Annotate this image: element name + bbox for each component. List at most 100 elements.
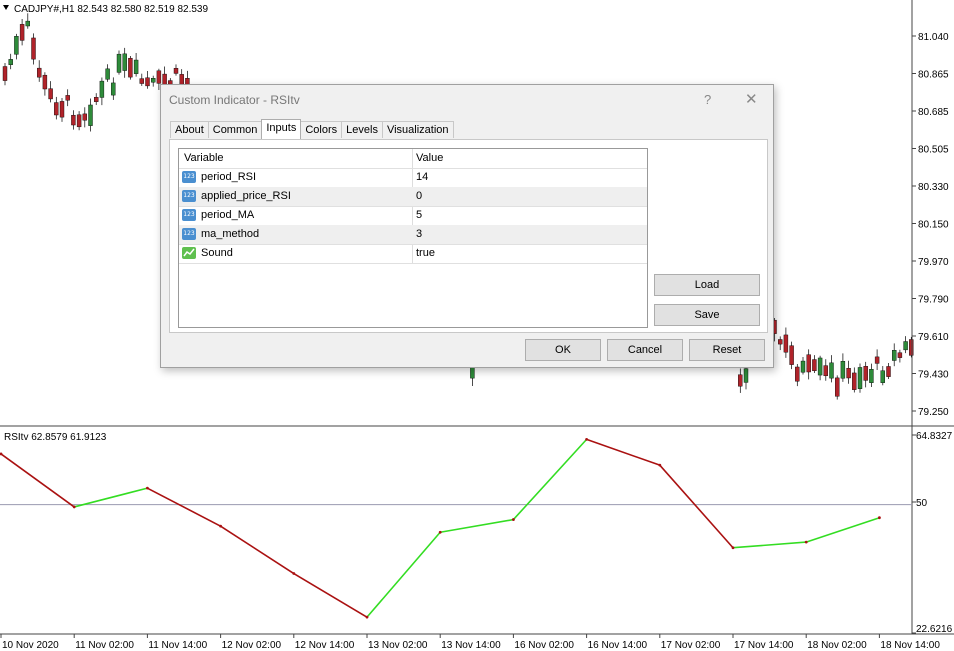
tab-common[interactable]: Common: [207, 121, 263, 138]
variable-name: ma_method: [201, 228, 260, 240]
price-candle: [795, 366, 800, 382]
price-candle: [817, 357, 823, 376]
price-candle: [128, 57, 133, 78]
price-tick-label: 79.250: [918, 407, 949, 418]
price-tick-label: 79.970: [918, 257, 949, 268]
price-tick-label: 81.040: [918, 32, 949, 43]
price-candle: [48, 88, 53, 100]
price-candle: [869, 369, 874, 383]
price-candle: [743, 368, 749, 383]
price-axis-ticks: 81.040 80.865 80.685 80.505 80.330 80.150 79.9…: [912, 32, 949, 418]
price-candle: [65, 95, 70, 101]
tab-colors[interactable]: Colors: [300, 121, 343, 138]
variable-name: Sound: [201, 247, 233, 259]
price-candle: [93, 97, 99, 102]
tab-visualization[interactable]: Visualization: [381, 121, 454, 138]
time-axis-ticks: 10 Nov 2020 11 Nov 02:00 11 Nov 14:00 12 No…: [0, 634, 940, 651]
variable-name: period_RSI: [201, 171, 257, 183]
reset-button[interactable]: Reset: [689, 339, 765, 361]
time-tick-label: 18 Nov 02:00: [807, 640, 867, 651]
time-tick-label: 13 Nov 02:00: [368, 640, 428, 651]
time-tick-label: 17 Nov 02:00: [661, 640, 721, 651]
price-candle: [145, 77, 150, 87]
price-candle: [829, 362, 834, 379]
price-candle: [823, 365, 828, 377]
price-tick-label: 79.610: [918, 332, 949, 343]
rsi-segment: [440, 518, 514, 534]
variable-value[interactable]: 0: [416, 190, 422, 202]
save-button[interactable]: Save: [654, 304, 760, 326]
close-icon[interactable]: ✕: [745, 90, 758, 108]
variable-value[interactable]: 3: [416, 228, 422, 240]
rsi-line: [0, 437, 881, 619]
rsi-point: [365, 615, 369, 619]
price-candle: [789, 345, 794, 365]
price-tick-label: 80.330: [918, 182, 949, 193]
time-tick-label: 16 Nov 14:00: [588, 640, 648, 651]
integer-icon: 123: [182, 190, 196, 202]
rsi-point: [292, 572, 296, 575]
price-tick-label: 80.150: [918, 220, 949, 231]
tab-inputs[interactable]: Inputs: [261, 119, 302, 139]
rsi-segment: [220, 525, 295, 575]
price-tick-label: 80.865: [918, 70, 949, 81]
rsi-point: [658, 463, 662, 467]
indicator-tick-label: 50: [916, 498, 928, 509]
price-candle: [2, 66, 8, 81]
dialog-title: Custom Indicator - RSItv: [169, 93, 300, 107]
ok-button[interactable]: OK: [525, 339, 601, 361]
variable-value[interactable]: 5: [416, 209, 422, 221]
indicator-axis-ticks: 64.8327 50 22.6216: [912, 431, 953, 635]
price-candle: [880, 370, 885, 383]
price-candle: [25, 20, 30, 27]
time-tick-label: 16 Nov 02:00: [514, 640, 574, 651]
chart-symbol-title: CADJPY#,H1 82.543 82.580 82.519 82.539: [14, 4, 208, 15]
table-row[interactable]: 123 ma_method 3: [179, 225, 647, 245]
rsi-segment: [0, 453, 75, 508]
integer-icon: 123: [182, 171, 196, 183]
price-candle: [835, 377, 840, 397]
cancel-button[interactable]: Cancel: [607, 339, 683, 361]
table-row[interactable]: 123 period_RSI 14: [179, 168, 647, 188]
time-tick-label: 13 Nov 14:00: [441, 640, 501, 651]
rsi-segment: [293, 572, 368, 618]
price-candle: [909, 339, 914, 356]
price-candle: [71, 114, 76, 126]
table-row[interactable]: Sound true: [179, 244, 647, 264]
price-candle: [852, 372, 857, 390]
price-candle: [116, 53, 122, 73]
load-button[interactable]: Load: [654, 274, 760, 296]
price-candle: [82, 113, 88, 121]
tab-about[interactable]: About: [170, 121, 209, 138]
rsi-point: [146, 486, 149, 490]
symbol-dropdown-icon[interactable]: [3, 5, 9, 10]
price-candle: [42, 74, 48, 90]
rsi-segment: [512, 438, 588, 521]
rsi-segment: [586, 438, 661, 466]
time-tick-label: 10 Nov 2020: [2, 640, 59, 651]
table-row[interactable]: 123 applied_price_RSI 0: [179, 187, 647, 207]
price-candle: [76, 114, 82, 128]
rsi-point: [585, 437, 588, 441]
price-candle: [857, 367, 863, 389]
variable-value[interactable]: true: [416, 247, 435, 259]
rsi-segment: [147, 487, 221, 527]
variable-value[interactable]: 14: [416, 171, 428, 183]
rsi-point: [438, 530, 442, 534]
time-tick-label: 12 Nov 14:00: [295, 640, 355, 651]
price-candle: [903, 341, 908, 351]
indicator-tick-label: 64.8327: [916, 431, 953, 442]
help-icon[interactable]: ?: [704, 92, 711, 107]
tab-levels[interactable]: Levels: [341, 121, 383, 138]
price-candle: [14, 36, 19, 55]
time-tick-label: 11 Nov 02:00: [75, 640, 134, 651]
price-candle: [19, 24, 25, 41]
rsi-point: [878, 516, 881, 520]
price-candle: [150, 78, 156, 83]
price-candle: [863, 366, 868, 381]
price-candle: [783, 334, 789, 353]
table-row[interactable]: 123 period_MA 5: [179, 206, 647, 226]
price-candle: [800, 360, 806, 373]
variable-name: applied_price_RSI: [201, 190, 291, 202]
rsi-point: [72, 505, 76, 509]
